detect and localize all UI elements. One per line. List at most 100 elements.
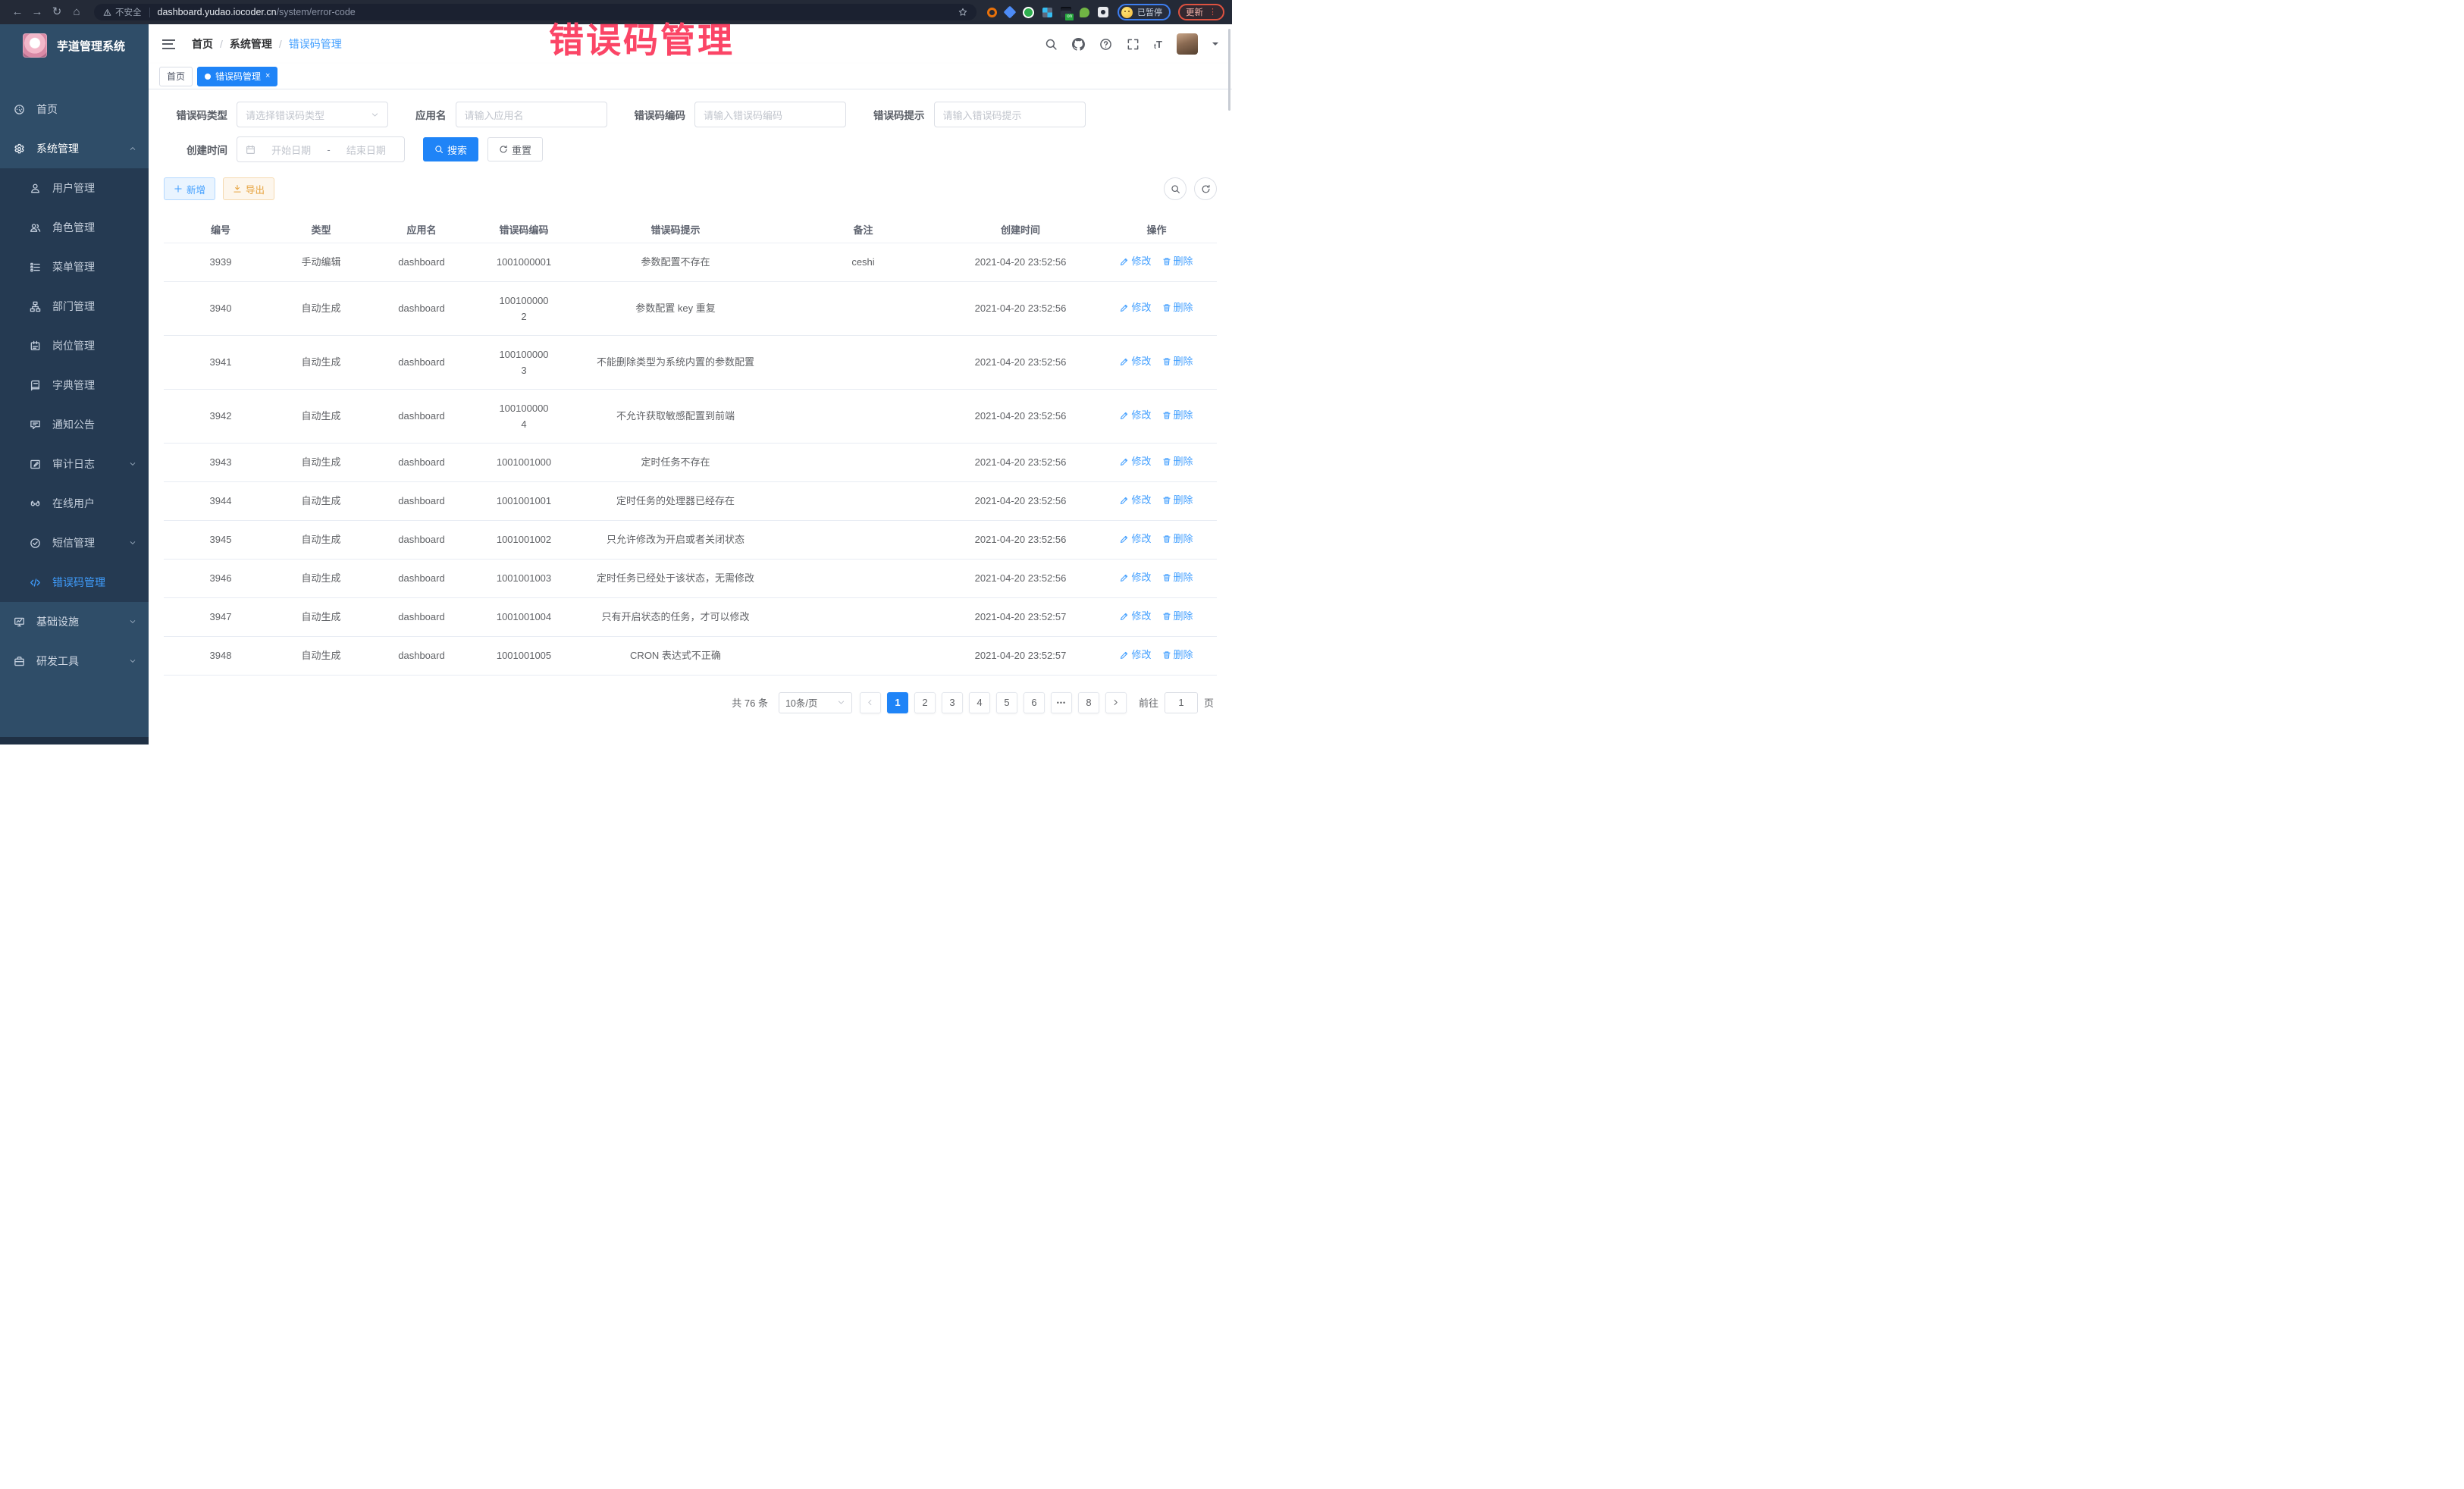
sidebar-item-dept[interactable]: 部门管理 [0, 287, 149, 326]
goto-page-input[interactable]: 1 [1165, 692, 1198, 713]
browser-update-button[interactable]: 更新 ⋮ [1178, 4, 1224, 20]
browser-back-icon[interactable]: ← [8, 0, 27, 24]
page-button-3[interactable]: 3 [942, 692, 963, 713]
table-toolbar: 新增 导出 [164, 177, 1217, 200]
tag-active[interactable]: 错误码管理× [197, 67, 277, 86]
delete-link[interactable]: 删除 [1162, 647, 1193, 663]
page-button-6[interactable]: 6 [1024, 692, 1045, 713]
tag-item[interactable]: 首页 [159, 67, 193, 86]
delete-link[interactable]: 删除 [1162, 408, 1193, 423]
scrollbar-thumb[interactable] [1228, 29, 1230, 111]
sidebar-item-system[interactable]: 系统管理 [0, 129, 149, 168]
edit-link[interactable]: 修改 [1120, 254, 1151, 269]
app-name-input[interactable]: 请输入应用名 [456, 102, 607, 127]
edit-link[interactable]: 修改 [1120, 408, 1151, 423]
page-button-2[interactable]: 2 [914, 692, 936, 713]
address-bar[interactable]: 不安全 dashboard.yudao.iocoder.cn/system/er… [94, 4, 977, 20]
table-cell-actions: 修改删除 [1096, 559, 1217, 597]
delete-link[interactable]: 删除 [1162, 300, 1193, 315]
bookmark-star-icon[interactable] [958, 8, 967, 17]
extension-grid-icon[interactable] [1042, 8, 1052, 17]
page-ellipsis[interactable]: ••• [1051, 692, 1072, 713]
edit-link[interactable]: 修改 [1120, 354, 1151, 369]
page-button-1[interactable]: 1 [887, 692, 908, 713]
delete-link[interactable]: 删除 [1162, 454, 1193, 469]
sidebar-item-sms[interactable]: 短信管理 [0, 523, 149, 563]
export-button[interactable]: 导出 [223, 177, 274, 200]
delete-link[interactable]: 删除 [1162, 493, 1193, 508]
extension-key-icon[interactable] [1080, 8, 1089, 17]
url-text: dashboard.yudao.iocoder.cn/system/error-… [158, 7, 356, 17]
extension-on-icon[interactable]: on [1061, 7, 1071, 17]
page-button-8[interactable]: 8 [1078, 692, 1099, 713]
delete-link[interactable]: 删除 [1162, 570, 1193, 585]
search-icon[interactable] [1045, 38, 1058, 51]
refresh-table-button[interactable] [1194, 177, 1217, 200]
page-button-4[interactable]: 4 [969, 692, 990, 713]
fullscreen-icon[interactable] [1127, 38, 1140, 51]
sidebar-item-dev-tools[interactable]: 研发工具 [0, 641, 149, 681]
sidebar-item-label: 审计日志 [52, 456, 118, 472]
breadcrumb-item[interactable]: 错误码管理 [289, 36, 342, 52]
toggle-search-button[interactable] [1164, 177, 1187, 200]
sidebar-item-home[interactable]: 首页 [0, 89, 149, 129]
edit-link[interactable]: 修改 [1120, 493, 1151, 508]
sidebar-item-notice[interactable]: 通知公告 [0, 405, 149, 444]
extension-puzzle-icon[interactable] [1098, 7, 1108, 17]
sidebar-item-error-code[interactable]: 错误码管理 [0, 563, 149, 602]
search-button[interactable]: 搜索 [423, 137, 478, 161]
close-icon[interactable]: × [265, 72, 270, 80]
delete-link[interactable]: 删除 [1162, 609, 1193, 624]
font-size-icon[interactable]: tT [1154, 39, 1162, 50]
breadcrumb-item[interactable]: 系统管理 [230, 36, 272, 52]
breadcrumb-item[interactable]: 首页 [192, 36, 213, 52]
sidebar-item-label: 短信管理 [52, 535, 118, 550]
sidebar-toggle-icon[interactable] [162, 39, 175, 49]
delete-link[interactable]: 删除 [1162, 531, 1193, 547]
sidebar-item-dict[interactable]: 字典管理 [0, 365, 149, 405]
security-warning[interactable]: 不安全 [103, 6, 142, 18]
sidebar-item-role[interactable]: 角色管理 [0, 208, 149, 247]
sidebar-item-post[interactable]: 岗位管理 [0, 326, 149, 365]
sidebar-item-audit-log[interactable]: 审计日志 [0, 444, 149, 484]
help-icon[interactable] [1099, 38, 1112, 51]
avatar-caret-icon[interactable] [1212, 42, 1218, 49]
page-button-5[interactable]: 5 [996, 692, 1017, 713]
prev-page-button[interactable] [860, 692, 881, 713]
table-cell-actions: 修改删除 [1096, 389, 1217, 443]
sidebar-item-menu[interactable]: 菜单管理 [0, 247, 149, 287]
next-page-button[interactable] [1105, 692, 1127, 713]
sidebar-collapse-bar[interactable] [0, 737, 149, 744]
extension-orange-icon[interactable] [987, 8, 997, 17]
page-size-select[interactable]: 10条/页 [779, 692, 852, 713]
sidebar-logo-row[interactable]: 芋道管理系统 [0, 24, 149, 67]
sidebar-item-infra[interactable]: 基础设施 [0, 602, 149, 641]
browser-home-icon[interactable]: ⌂ [67, 0, 86, 24]
sidebar-item-online-user[interactable]: 在线用户 [0, 484, 149, 523]
extension-green-circle-icon[interactable] [1023, 7, 1034, 18]
browser-menu-icon[interactable]: ⋮ [1208, 8, 1217, 17]
error-hint-input[interactable]: 请输入错误码提示 [934, 102, 1086, 127]
table-cell: ceshi [782, 243, 945, 281]
delete-link[interactable]: 删除 [1162, 354, 1193, 369]
error-code-input[interactable]: 请输入错误码编码 [694, 102, 846, 127]
sidebar-item-user[interactable]: 用户管理 [0, 168, 149, 208]
delete-link[interactable]: 删除 [1162, 254, 1193, 269]
profile-paused-chip[interactable]: 已暂停 [1118, 4, 1171, 20]
edit-link[interactable]: 修改 [1120, 570, 1151, 585]
edit-link[interactable]: 修改 [1120, 647, 1151, 663]
browser-reload-icon[interactable]: ↻ [47, 0, 67, 24]
browser-forward-icon[interactable]: → [27, 0, 47, 24]
chevron-down-icon [129, 657, 136, 665]
edit-link[interactable]: 修改 [1120, 454, 1151, 469]
edit-link[interactable]: 修改 [1120, 531, 1151, 547]
reset-button[interactable]: 重置 [487, 137, 543, 161]
error-type-select[interactable]: 请选择错误码类型 [237, 102, 388, 127]
extension-blue-icon[interactable] [1004, 6, 1017, 19]
add-button[interactable]: 新增 [164, 177, 215, 200]
edit-link[interactable]: 修改 [1120, 609, 1151, 624]
edit-link[interactable]: 修改 [1120, 300, 1151, 315]
date-range-picker[interactable]: 开始日期 - 结束日期 [237, 136, 405, 162]
user-avatar[interactable] [1177, 33, 1198, 55]
github-icon[interactable] [1072, 38, 1085, 51]
